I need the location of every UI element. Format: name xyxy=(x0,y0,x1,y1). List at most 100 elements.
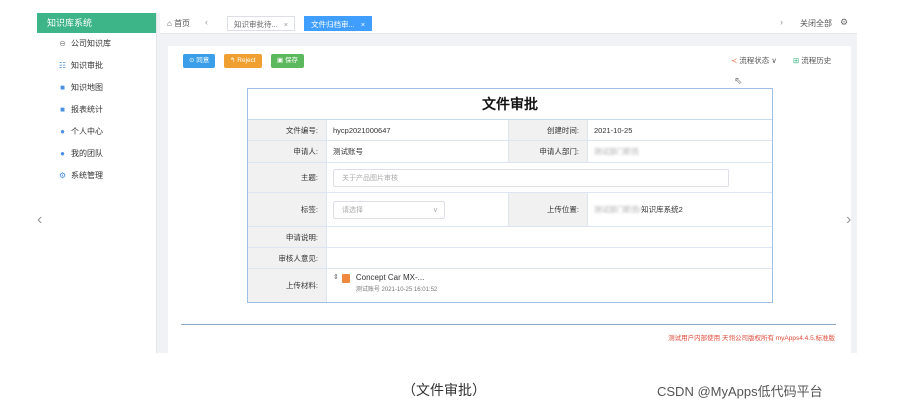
sidebar-title: 知识库系统 xyxy=(37,13,156,33)
carousel-left-icon[interactable]: ‹ xyxy=(37,211,42,229)
reject-button[interactable]: ↰ Reject xyxy=(224,54,262,68)
flow-history-label: 流程历史 xyxy=(801,56,832,65)
sidebar-item-label: 个人中心 xyxy=(71,127,103,136)
tab-home[interactable]: ⌂ 首页 xyxy=(167,18,190,29)
share-icon: ≺ xyxy=(731,56,738,65)
subject-cell: 关于产品图片审核 xyxy=(327,163,772,192)
sidebar-item-reports[interactable]: ■ 报表统计 xyxy=(37,99,156,121)
approval-form: 文件审批 文件编号: hycp2021000647 创建时间: 2021-10-… xyxy=(247,88,773,303)
form-row-desc: 申请说明: xyxy=(248,227,772,248)
file-icon xyxy=(341,274,350,283)
sidebar-item-system[interactable]: ⚙ 系统管理 xyxy=(37,165,156,187)
desc-label: 申请说明: xyxy=(248,227,327,247)
tab-scroll-right-icon[interactable]: › xyxy=(780,17,783,27)
material-file[interactable]: ⇕ Concept Car MX-... 测试账号 2021-10-25 16:… xyxy=(327,269,772,302)
sort-icon[interactable]: ⇕ xyxy=(333,273,339,281)
sidebar-item-profile[interactable]: ● 个人中心 xyxy=(37,121,156,143)
sidebar-item-approval[interactable]: ☷ 知识审批 xyxy=(37,55,156,77)
sidebar-item-label: 知识地图 xyxy=(71,83,103,92)
tags-cell: 请选择 ∨ xyxy=(327,193,509,226)
form-title: 文件审批 xyxy=(248,89,772,120)
form-row-opinion: 审核人意见: xyxy=(248,248,772,269)
database-icon: ⊖ xyxy=(59,39,66,48)
agree-label: 同意 xyxy=(196,57,210,64)
file-meta: 测试账号 2021-10-25 16:01:52 xyxy=(355,287,438,293)
dept-text: 测试部门职员 xyxy=(594,147,639,156)
tags-select[interactable]: 请选择 ∨ xyxy=(333,200,445,219)
flow-state-label: 流程状态 xyxy=(739,56,770,65)
save-button[interactable]: ▣ 保存 xyxy=(271,54,304,68)
sidebar-item-label: 知识审批 xyxy=(71,61,103,70)
form-row-docno: 文件编号: hycp2021000647 创建时间: 2021-10-25 xyxy=(248,120,772,141)
sidebar: 知识库系统 ⊖ 公司知识库 ☷ 知识审批 ■ 知识地图 ■ 报表统计 ● 个人中… xyxy=(37,13,157,353)
tab-home-label: 首页 xyxy=(174,19,191,28)
chevron-down-icon: ∨ xyxy=(432,206,438,214)
sidebar-item-company-kb[interactable]: ⊖ 公司知识库 xyxy=(37,33,156,55)
opinion-value[interactable] xyxy=(327,248,772,268)
form-row-tags: 标签: 请选择 ∨ 上传位置: 测试部门职员/知识库系统2 xyxy=(248,193,772,227)
opinion-label: 审核人意见: xyxy=(248,248,327,268)
tags-placeholder: 请选择 xyxy=(342,206,363,214)
user-icon: ● xyxy=(60,127,65,136)
sidebar-item-label: 报表统计 xyxy=(71,105,103,114)
sidebar-item-map[interactable]: ■ 知识地图 xyxy=(37,77,156,99)
subject-input[interactable]: 关于产品图片审核 xyxy=(333,168,729,187)
dept-label: 申请人部门: xyxy=(509,141,588,162)
tab-label: 文件归档审... xyxy=(311,20,355,29)
carousel-right-icon[interactable]: › xyxy=(846,211,851,229)
footer-copyright: 测试用户内部使用 天翎公司版权所有 myApps4.4.5.标准版 xyxy=(668,335,835,342)
location-text: 知识库系统2 xyxy=(641,205,683,214)
applicant-value: 测试账号 xyxy=(327,141,509,162)
watermark: CSDN @MyApps低代码平台 xyxy=(657,384,823,399)
close-all-button[interactable]: 关闭全部 xyxy=(800,18,832,29)
reject-label: Reject xyxy=(237,57,256,64)
sidebar-item-label: 公司知识库 xyxy=(71,39,111,48)
tab-approval-pending[interactable]: 知识审批待... × xyxy=(227,16,296,31)
location-prefix: 测试部门职员/ xyxy=(594,205,642,214)
chart-icon: ■ xyxy=(60,105,65,114)
flow-state-button[interactable]: ≺ 流程状态 ∨ xyxy=(731,55,777,66)
close-icon[interactable]: × xyxy=(361,20,365,29)
doc-no-label: 文件编号: xyxy=(248,120,327,140)
close-icon[interactable]: × xyxy=(284,20,288,29)
tab-bar: ⌂ 首页 ‹ 知识审批待... × 文件归档审... × › 关闭全部 ⚙ xyxy=(160,13,857,34)
content-panel: ⊙ 同意 ↰ Reject ▣ 保存 ≺ 流程状态 ∨ ⊞ 流程历史 ⇖ 文件审批 … xyxy=(168,46,851,353)
form-row-subject: 主题: 关于产品图片审核 xyxy=(248,163,772,193)
mouse-cursor-icon: ⇖ xyxy=(734,76,743,87)
app-root: 知识库系统 ⊖ 公司知识库 ☷ 知识审批 ■ 知识地图 ■ 报表统计 ● 个人中… xyxy=(0,0,910,411)
file-name[interactable]: Concept Car MX-... xyxy=(356,273,437,282)
save-label: 保存 xyxy=(284,57,298,64)
tree-icon: ☷ xyxy=(58,61,67,70)
home-icon: ⌂ xyxy=(167,19,175,28)
gear-icon[interactable]: ⚙ xyxy=(840,17,848,28)
location-value: 测试部门职员/知识库系统2 xyxy=(588,193,772,226)
agree-button[interactable]: ⊙ 同意 xyxy=(183,54,216,68)
chevron-down-icon: ∨ xyxy=(771,56,777,65)
history-icon: ⊞ xyxy=(793,56,800,65)
tab-scroll-left-icon[interactable]: ‹ xyxy=(205,17,208,27)
form-row-material: 上传材料: ⇕ Concept Car MX-... 测试账号 2021-10-… xyxy=(248,269,772,302)
map-icon: ■ xyxy=(60,83,65,92)
tab-archive-approval[interactable]: 文件归档审... × xyxy=(304,16,373,31)
tab-label: 知识审批待... xyxy=(234,20,278,29)
form-row-applicant: 申请人: 测试账号 申请人部门: 测试部门职员 xyxy=(248,141,772,163)
sidebar-item-label: 系统管理 xyxy=(71,171,103,180)
team-icon: ● xyxy=(60,149,65,158)
doc-no-value: hycp2021000647 xyxy=(327,120,509,140)
material-label: 上传材料: xyxy=(248,269,327,302)
dept-value: 测试部门职员 xyxy=(588,141,772,162)
location-label: 上传位置: xyxy=(509,193,588,226)
settings-icon: ⚙ xyxy=(58,171,67,180)
file-info: Concept Car MX-... 测试账号 2021-10-25 16:01… xyxy=(356,273,437,293)
desc-value[interactable] xyxy=(327,227,772,247)
created-label: 创建时间: xyxy=(509,120,588,140)
applicant-label: 申请人: xyxy=(248,141,327,162)
figure-caption: （文件审批） xyxy=(402,382,486,398)
sidebar-item-team[interactable]: ● 我的团队 xyxy=(37,143,156,165)
sidebar-item-label: 我的团队 xyxy=(71,149,103,158)
flow-history-button[interactable]: ⊞ 流程历史 xyxy=(793,55,831,66)
created-value: 2021-10-25 xyxy=(594,125,633,135)
tags-label: 标签: xyxy=(248,193,327,226)
footer-divider xyxy=(181,324,836,325)
subject-label: 主题: xyxy=(248,163,327,192)
